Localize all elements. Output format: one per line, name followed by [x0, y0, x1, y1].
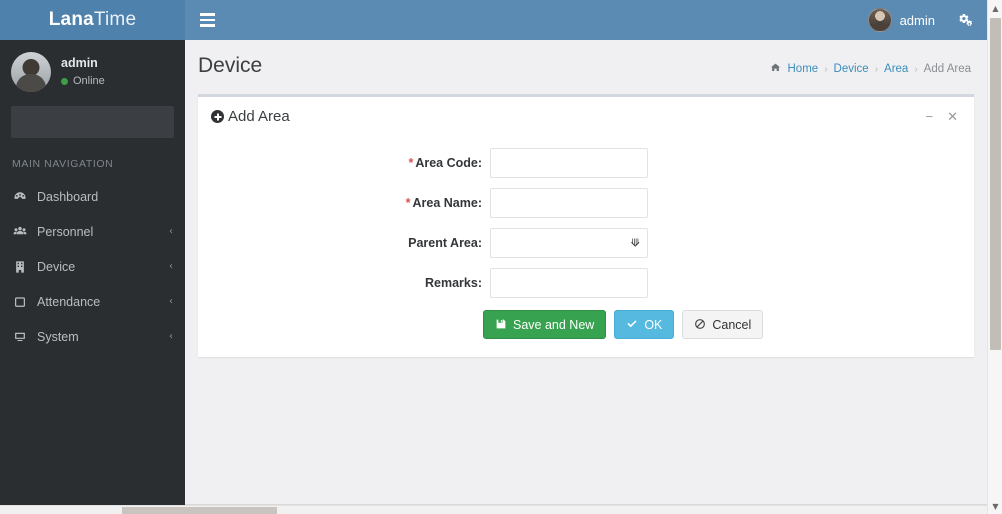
- search-input[interactable]: [12, 107, 173, 137]
- cancel-button[interactable]: Cancel: [682, 310, 764, 339]
- sidebar-item-label: System: [37, 329, 79, 344]
- users-icon: [13, 225, 33, 239]
- nav-section-header: MAIN NAVIGATION: [0, 150, 185, 179]
- scroll-down-arrow[interactable]: ▼: [988, 498, 1002, 514]
- required-marker: *: [405, 196, 411, 210]
- area-code-label: * Area Code:: [198, 156, 490, 170]
- vertical-scrollbar-thumb[interactable]: [990, 18, 1001, 350]
- horizontal-scrollbar[interactable]: [0, 505, 987, 514]
- calendar-icon: [13, 295, 33, 309]
- panel-header: Add Area − ✕: [198, 97, 974, 136]
- breadcrumb-item-area[interactable]: Area: [884, 63, 908, 75]
- app-root: Lana Time admin admin Online MAIN NAVIGA…: [0, 0, 1002, 514]
- ok-label: OK: [644, 317, 663, 332]
- area-name-label-text: Area Name:: [412, 196, 482, 210]
- form-group-remarks: Remarks:: [198, 268, 974, 298]
- sidebar-user-status: Online: [61, 73, 105, 90]
- breadcrumb-separator: ›: [874, 63, 879, 75]
- chevron-left-icon: ‹: [169, 261, 173, 272]
- hamburger-bar: [199, 13, 215, 16]
- area-name-input[interactable]: [490, 188, 648, 218]
- area-code-input[interactable]: [490, 148, 648, 178]
- sidebar-user-name: admin: [61, 56, 98, 71]
- sidebar-user-info: admin Online: [61, 54, 105, 89]
- add-area-panel: Add Area − ✕ * Area Code: * Area Name: P…: [198, 94, 974, 357]
- sidebar-search[interactable]: [11, 106, 174, 138]
- vertical-scrollbar[interactable]: ▲ ▼: [987, 0, 1002, 514]
- sidebar-item-dashboard[interactable]: Dashboard: [0, 179, 185, 214]
- breadcrumb-separator: ›: [824, 63, 828, 75]
- gears-glyph: [958, 13, 972, 26]
- sidebar-item-system[interactable]: System ‹: [0, 319, 185, 354]
- content-header: Device Home › Device › Area › Add Area: [185, 40, 987, 94]
- close-icon[interactable]: ✕: [947, 110, 958, 123]
- breadcrumb-separator: ›: [914, 63, 918, 75]
- ok-button[interactable]: OK: [614, 310, 675, 339]
- cancel-label: Cancel: [712, 317, 752, 332]
- sidebar-item-device[interactable]: Device ‹: [0, 249, 185, 284]
- save-icon: [495, 318, 507, 332]
- form-group-parent-area: Parent Area: ⟱: [198, 228, 974, 258]
- form-group-area-name: * Area Name:: [198, 188, 974, 218]
- panel-title-label: Add Area: [228, 108, 290, 125]
- sidebar-item-label: Personnel: [37, 224, 94, 239]
- online-status-icon: [61, 77, 68, 85]
- required-marker: *: [408, 156, 414, 170]
- sidebar-item-attendance[interactable]: Attendance ‹: [0, 284, 185, 319]
- top-navbar: admin: [185, 0, 987, 40]
- ban-icon: [694, 318, 706, 332]
- logo-text-light: Time: [93, 9, 137, 30]
- user-menu[interactable]: admin: [856, 0, 947, 40]
- content-area: Device Home › Device › Area › Add Area A…: [185, 40, 987, 506]
- hamburger-bar: [199, 24, 215, 27]
- app-logo[interactable]: Lana Time: [0, 0, 185, 40]
- panel-title: Add Area: [211, 108, 290, 125]
- avatar: [867, 8, 892, 32]
- check-icon: [626, 318, 638, 332]
- sidebar-user-panel: admin Online: [0, 40, 185, 104]
- desktop-icon: [13, 330, 33, 344]
- avatar: [11, 52, 51, 92]
- remarks-input[interactable]: [490, 268, 648, 298]
- gears-icon[interactable]: [947, 0, 981, 40]
- breadcrumb-item-home[interactable]: Home: [788, 63, 819, 75]
- plus-circle-icon: [211, 110, 224, 123]
- form-group-area-code: * Area Code:: [198, 148, 974, 178]
- parent-area-select[interactable]: [490, 228, 648, 258]
- chevron-left-icon: ‹: [169, 331, 173, 342]
- hamburger-icon[interactable]: [185, 0, 229, 40]
- breadcrumb-item-device[interactable]: Device: [834, 63, 869, 75]
- horizontal-scrollbar-thumb[interactable]: [122, 507, 277, 514]
- logo-text-bold: Lana: [48, 9, 94, 30]
- sidebar-nav-list: Dashboard Personnel ‹ Device ‹ Attendanc…: [0, 179, 185, 354]
- breadcrumb: Home › Device › Area › Add Area: [770, 62, 971, 76]
- sidebar-item-label: Dashboard: [37, 189, 99, 204]
- save-and-new-label: Save and New: [513, 317, 595, 332]
- area-name-label: * Area Name:: [198, 196, 490, 210]
- navbar-right-tools: admin: [856, 0, 987, 40]
- navbar-user-name: admin: [899, 12, 935, 28]
- panel-tools: − ✕: [926, 110, 965, 123]
- parent-area-select-wrap: ⟱: [490, 228, 648, 258]
- form-actions: Save and New OK Cancel: [198, 310, 974, 339]
- chevron-left-icon: ‹: [169, 226, 173, 237]
- home-icon: [770, 62, 781, 76]
- sidebar-item-label: Attendance: [37, 294, 101, 309]
- parent-area-label: Parent Area:: [408, 236, 482, 250]
- scroll-up-arrow[interactable]: ▲: [988, 0, 1002, 16]
- sidebar: admin Online MAIN NAVIGATION Dashboard P…: [0, 40, 185, 514]
- save-and-new-button[interactable]: Save and New: [483, 310, 607, 339]
- panel-body: * Area Code: * Area Name: Parent Area: ⟱…: [198, 136, 974, 357]
- sidebar-item-personnel[interactable]: Personnel ‹: [0, 214, 185, 249]
- chevron-left-icon: ‹: [169, 296, 173, 307]
- hamburger-bar: [199, 18, 215, 22]
- sidebar-item-label: Device: [37, 259, 76, 274]
- remarks-label: Remarks:: [425, 276, 482, 290]
- area-code-label-text: Area Code:: [415, 156, 482, 170]
- minimize-icon[interactable]: −: [926, 110, 934, 123]
- dashboard-icon: [13, 190, 33, 204]
- building-icon: [13, 260, 33, 274]
- sidebar-user-status-label: Online: [73, 75, 105, 88]
- breadcrumb-item-add-area: Add Area: [923, 63, 971, 75]
